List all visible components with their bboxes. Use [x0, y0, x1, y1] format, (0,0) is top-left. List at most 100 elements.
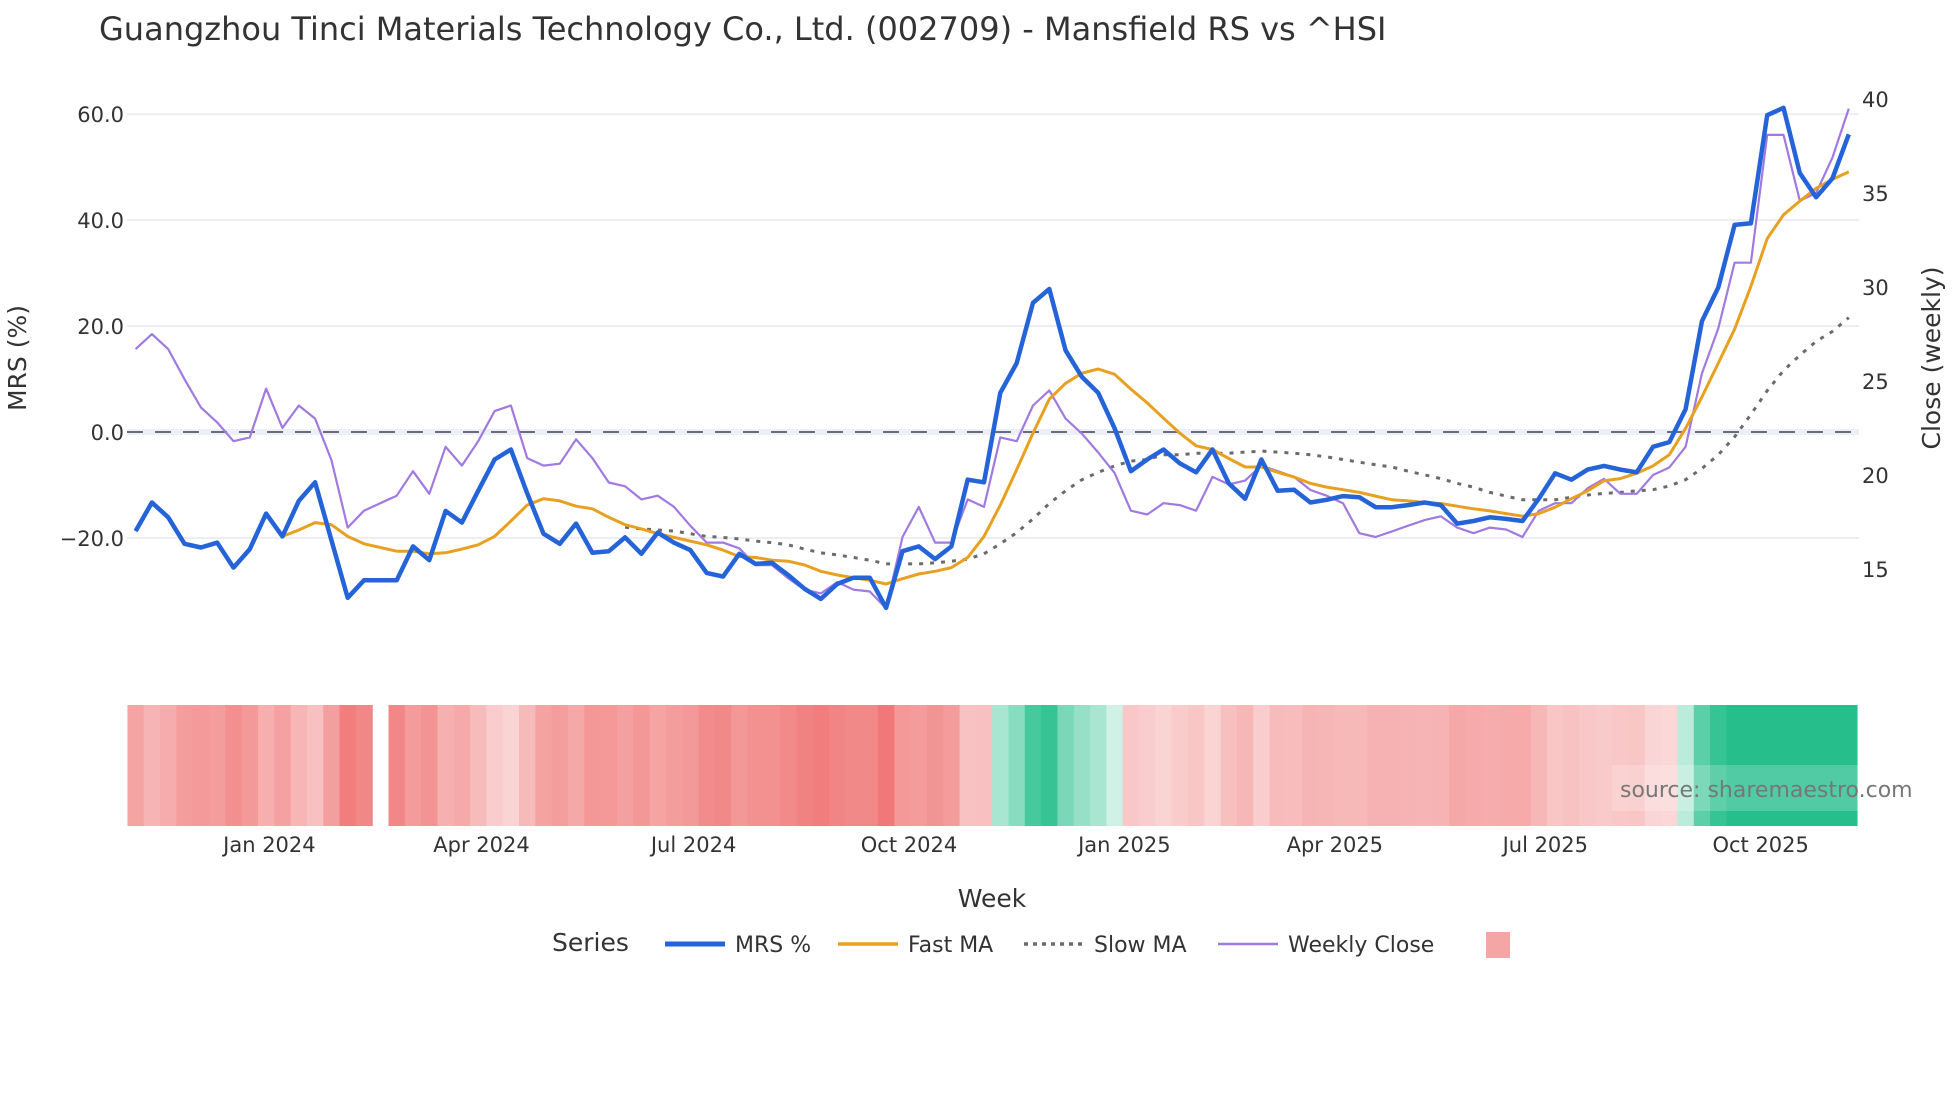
heatmap-cell	[225, 705, 243, 826]
x-axis-ticks: Jan 2024 Apr 2024 Jul 2024 Oct 2024 Jan 2025…	[221, 833, 1809, 857]
legend-item-weekly-close[interactable]: Weekly Close	[1218, 933, 1434, 958]
heatmap-cell	[1187, 705, 1205, 826]
heatmap-cell	[1595, 705, 1613, 826]
legend-title: Series	[552, 928, 629, 957]
heatmap-cell	[404, 705, 422, 826]
heatmap-cell	[682, 705, 700, 826]
heatmap-cell	[192, 705, 210, 826]
heatmap-cell	[1106, 705, 1124, 826]
heatmap-cell	[861, 705, 879, 826]
heatmap-cell	[975, 705, 993, 826]
x-tick-label: Jan 2024	[221, 833, 316, 857]
heatmap-cell	[1008, 705, 1026, 826]
y2-tick-label: 15	[1862, 558, 1889, 582]
fast-ma-line	[281, 170, 1850, 586]
heatmap-cell	[910, 705, 928, 826]
legend: Series MRS % Fast MA Slow MA Weekly Clos…	[552, 928, 1510, 958]
heatmap-cell	[584, 705, 602, 826]
heatmap-cell	[1449, 705, 1466, 826]
heatmap-cell	[257, 705, 275, 826]
y-tick-label: 60.0	[77, 103, 124, 127]
y2-tick-label: 25	[1862, 370, 1889, 394]
heatmap-cell	[1334, 705, 1352, 826]
y2-tick-label: 35	[1862, 182, 1889, 206]
x-tick-label: Apr 2025	[1287, 833, 1383, 857]
heatmap-cell	[470, 705, 487, 826]
heatmap-cell	[1497, 705, 1515, 826]
heatmap-cell	[1367, 705, 1385, 826]
chart: Guangzhou Tinci Materials Technology Co.…	[3, 10, 1946, 958]
heatmap-cell	[453, 705, 471, 826]
x-tick-label: Apr 2024	[433, 833, 529, 857]
heatmap-cell	[421, 705, 439, 826]
series-lines	[133, 105, 1851, 611]
heatmap-cell	[616, 705, 634, 826]
legend-item-slow-ma[interactable]: Slow MA	[1024, 933, 1187, 958]
y-axis-title: MRS (%)	[3, 305, 32, 411]
weekly-close-line	[134, 108, 1850, 610]
heatmap-cell	[1041, 705, 1059, 826]
x-tick-label: Oct 2025	[1712, 833, 1808, 857]
slow-ma-line	[624, 316, 1850, 566]
heatmap-cell	[796, 705, 814, 826]
heatmap-cell	[290, 705, 308, 826]
legend-swatch-heatmap[interactable]	[1486, 932, 1510, 958]
heatmap-cell	[339, 705, 357, 826]
heatmap-cell	[959, 705, 977, 826]
chart-title: Guangzhou Tinci Materials Technology Co.…	[99, 10, 1386, 48]
heatmap-cell	[1073, 705, 1091, 826]
heatmap-cell	[1122, 705, 1140, 826]
legend-label-slow-ma: Slow MA	[1094, 933, 1187, 958]
gridlines	[127, 113, 1859, 539]
heatmap-cell	[567, 705, 585, 826]
heatmap-cell	[1416, 705, 1434, 826]
heatmap-cell	[388, 705, 406, 826]
heatmap-cell	[943, 705, 961, 826]
legend-item-mrs[interactable]: MRS %	[665, 933, 811, 958]
heatmap-cell	[437, 705, 455, 826]
heatmap-cell	[780, 705, 797, 826]
heatmap-cell	[1139, 705, 1156, 826]
heatmap-cell	[1579, 705, 1597, 826]
heatmap-cell	[600, 705, 618, 826]
heatmap-cell	[926, 705, 944, 826]
legend-label-fast-ma: Fast MA	[908, 933, 993, 958]
heatmap-cell	[1057, 705, 1075, 826]
legend-label-mrs: MRS %	[735, 933, 811, 958]
x-tick-label: Jul 2025	[1501, 833, 1588, 857]
y2-tick-label: 30	[1862, 276, 1889, 300]
heatmap-cell	[306, 705, 324, 826]
heatmap-cell	[1383, 705, 1401, 826]
heatmap-cell	[714, 705, 732, 826]
heatmap-cell	[698, 705, 716, 826]
heatmap-cell	[1546, 705, 1564, 826]
legend-label-weekly-close: Weekly Close	[1288, 933, 1434, 958]
heatmap-cell	[1024, 705, 1042, 826]
legend-item-fast-ma[interactable]: Fast MA	[838, 933, 993, 958]
x-tick-label: Jan 2025	[1076, 833, 1171, 857]
x-axis-title: Week	[958, 884, 1027, 913]
heatmap-cell	[519, 705, 536, 826]
heatmap-cell	[877, 705, 895, 826]
heatmap-cell	[535, 705, 553, 826]
heatmap-cell	[274, 705, 292, 826]
heatmap-cell	[763, 705, 781, 826]
y-tick-label: 20.0	[77, 315, 124, 339]
heatmap-cell	[486, 705, 504, 826]
heatmap-cell	[1220, 705, 1238, 826]
heatmap-cell	[1400, 705, 1418, 826]
y-tick-label: −20.0	[60, 527, 124, 551]
heatmap-cell	[1236, 705, 1254, 826]
heatmap-cell	[845, 705, 863, 826]
heatmap-cell	[1465, 705, 1483, 826]
heatmap-cell	[665, 705, 683, 826]
heatmap-cell	[633, 705, 651, 826]
heatmap-cell	[1285, 705, 1303, 826]
heatmap-cell	[1318, 705, 1336, 826]
heatmap-cell	[829, 705, 846, 826]
heatmap-cell	[127, 705, 145, 826]
heatmap-cell	[1432, 705, 1450, 826]
heatmap-cell	[1090, 705, 1108, 826]
heatmap-cell	[176, 705, 194, 826]
heatmap-cell	[1204, 705, 1222, 826]
